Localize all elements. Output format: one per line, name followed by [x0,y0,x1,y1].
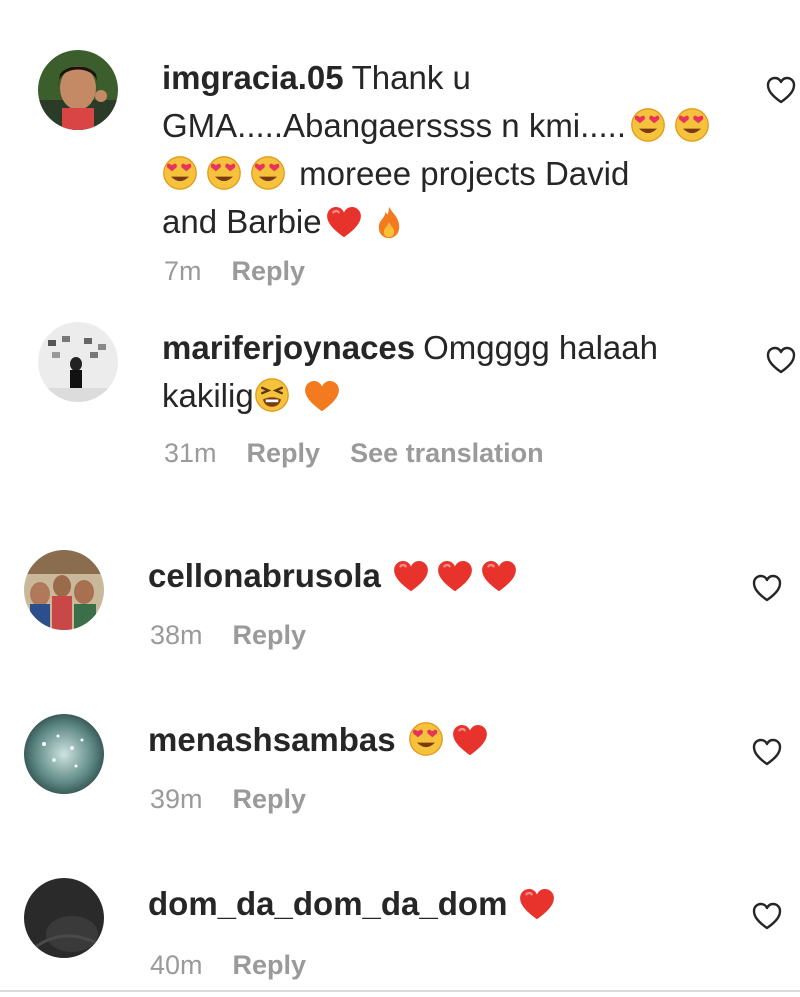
comment-text: menashsambas [148,716,738,764]
like-heart-icon[interactable] [766,346,796,374]
reply-button[interactable]: Reply [233,620,307,651]
heart-eyes-icon [162,155,198,191]
comment-meta: 39m Reply [150,784,306,815]
comment-text: cellonabrusola [148,552,738,600]
comment-username[interactable]: imgracia.05 [162,59,344,96]
divider [0,990,800,992]
comment-username[interactable]: mariferjoynaces [162,329,415,366]
comment-line-1: Omgggg halaah [423,329,658,366]
comment-meta: 38m Reply [150,620,306,651]
comment-line-1: Thank u [351,59,471,96]
comment-username[interactable]: cellonabrusola [148,557,381,594]
comment-username[interactable]: dom_da_dom_da_dom [148,885,507,922]
like-heart-icon[interactable] [766,76,796,104]
red-heart-icon [393,561,429,593]
comment-meta: 40m Reply [150,950,306,981]
reply-button[interactable]: Reply [233,950,307,981]
heart-eyes-icon [630,107,666,143]
comment-text: dom_da_dom_da_dom [148,880,738,928]
comment-text: imgracia.05 Thank u GMA.....Abangaerssss … [162,54,732,246]
like-heart-icon[interactable] [752,902,782,930]
avatar[interactable] [24,550,104,630]
fire-icon [376,205,402,239]
heart-eyes-icon [250,155,286,191]
comment-line-2: kakilig [162,377,254,414]
avatar[interactable] [24,714,104,794]
red-heart-icon [481,561,517,593]
reply-button[interactable]: Reply [233,784,307,815]
comment-meta: 7m Reply [164,256,305,287]
avatar[interactable] [38,322,118,402]
like-heart-icon[interactable] [752,738,782,766]
red-heart-icon [452,725,488,757]
see-translation-button[interactable]: See translation [350,438,544,469]
avatar[interactable] [24,878,104,958]
heart-eyes-icon [674,107,710,143]
orange-heart-icon [304,381,340,413]
comment-username[interactable]: menashsambas [148,721,396,758]
comment-line-3: moreee projects David [299,155,630,192]
like-heart-icon[interactable] [752,574,782,602]
reply-button[interactable]: Reply [247,438,321,469]
red-heart-icon [519,889,555,921]
comment-line-2: GMA.....Abangaerssss n kmi..... [162,107,626,144]
heart-eyes-icon [408,721,444,757]
heart-eyes-icon [206,155,242,191]
comment-time[interactable]: 40m [150,950,203,981]
red-heart-icon [326,207,362,239]
reply-button[interactable]: Reply [232,256,306,287]
comment-time[interactable]: 39m [150,784,203,815]
comment-time[interactable]: 7m [164,256,202,287]
comment-time[interactable]: 31m [164,438,217,469]
tired-face-icon [254,377,290,413]
comment-text: mariferjoynaces Omgggg halaah kakilig [162,324,732,420]
comment-time[interactable]: 38m [150,620,203,651]
comment-line-4: and Barbie [162,203,322,240]
red-heart-icon [437,561,473,593]
avatar[interactable] [38,50,118,130]
comment-meta: 31m Reply See translation [164,438,544,469]
